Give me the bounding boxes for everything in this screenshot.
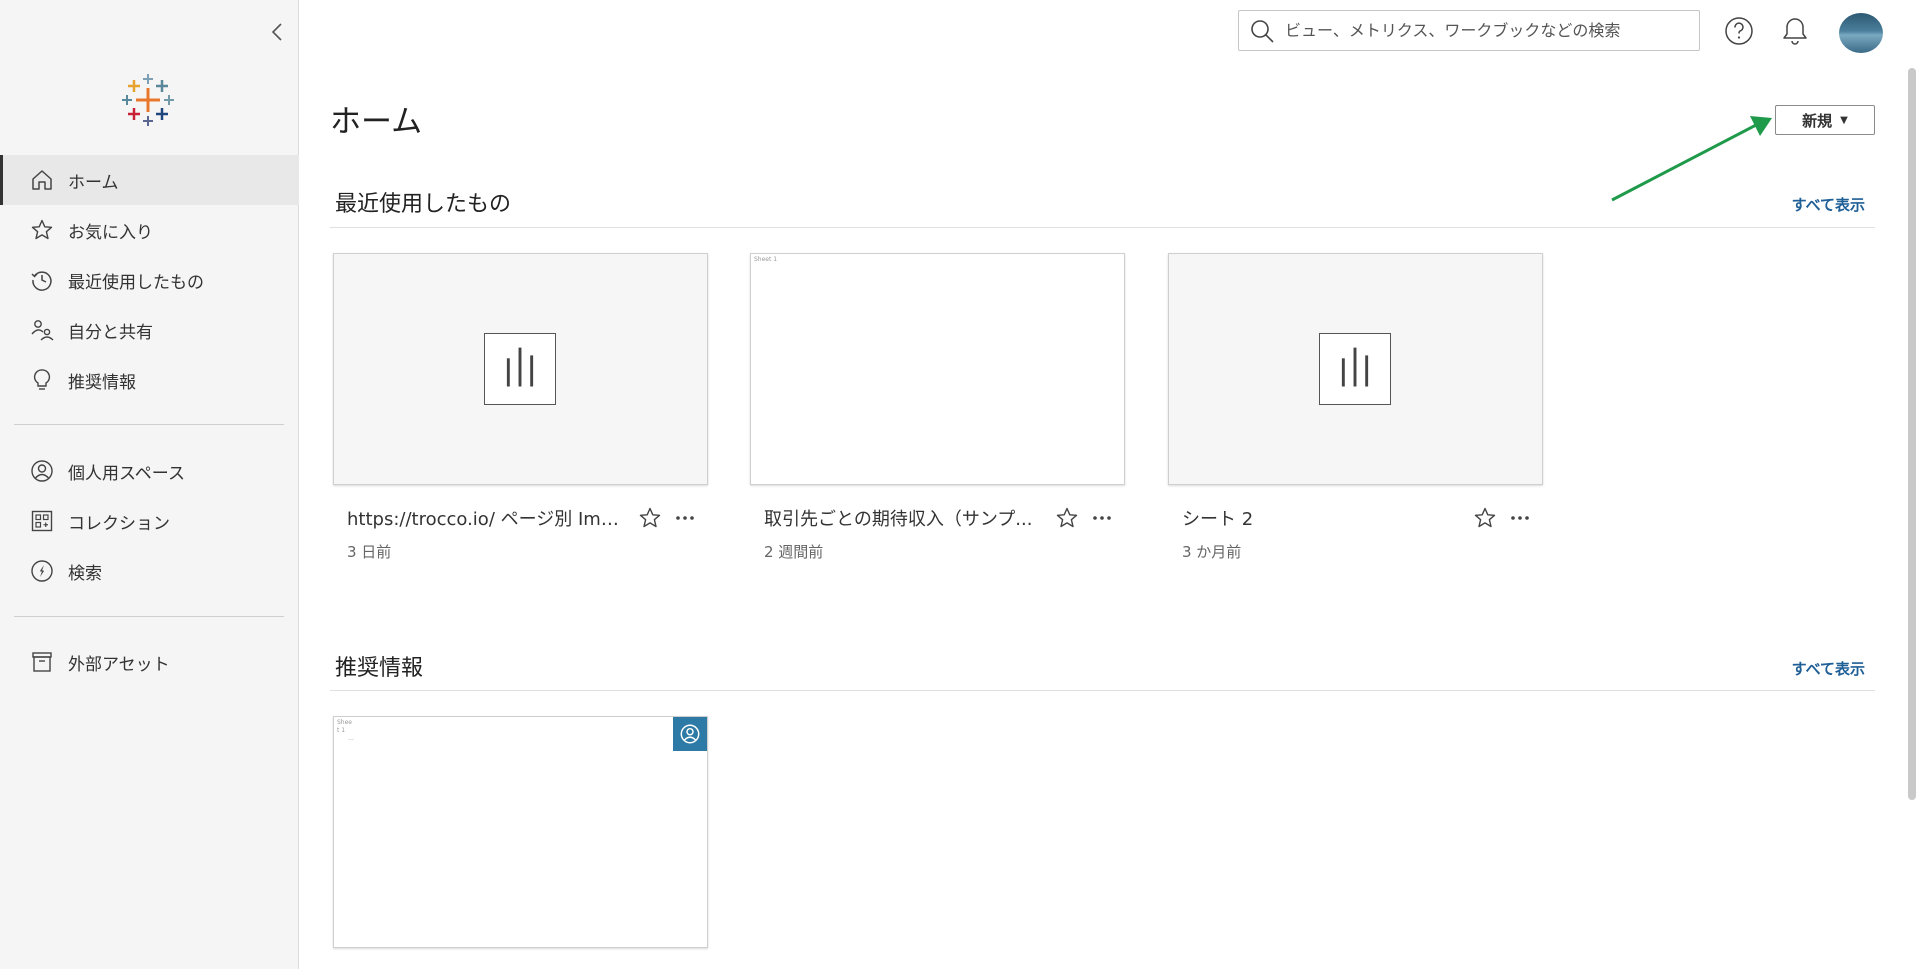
show-all-recents-link[interactable]: すべて表示 <box>1792 194 1865 215</box>
card-thumbnail[interactable]: Sheet 1 <box>750 253 1125 485</box>
lightbulb-icon <box>33 369 51 390</box>
recent-card: Sheet 1 取引先ごとの期待収入（サンプ... 2 週間前 <box>750 253 1125 561</box>
sidebar-item-personal-space[interactable]: 個人用スペース <box>0 446 299 496</box>
search-input[interactable] <box>1285 21 1685 40</box>
sidebar-item-label: 検索 <box>68 563 102 584</box>
sidebar-item-label: コレクション <box>68 513 170 534</box>
search-icon <box>1251 19 1274 43</box>
card-thumbnail[interactable] <box>333 253 708 485</box>
bar-chart-icon <box>1319 333 1391 405</box>
sidebar-item-recommendations[interactable]: 推奨情報 <box>0 355 299 405</box>
show-all-recommendations-link[interactable]: すべて表示 <box>1792 658 1865 679</box>
bell-icon[interactable] <box>1780 16 1810 46</box>
section-title-recommendations: 推奨情報 <box>335 656 424 681</box>
tertiary-nav: 外部アセット <box>0 637 299 687</box>
star-icon <box>31 219 53 240</box>
tableau-logo <box>122 74 174 126</box>
thumbnail-sheet-label: t 1 <box>337 727 346 734</box>
bar-chart-icon <box>484 333 556 405</box>
card-timestamp: 3 日前 <box>347 543 392 561</box>
home-icon <box>32 170 52 190</box>
section-divider <box>330 227 1875 228</box>
sidebar-item-shared-with-me[interactable]: 自分と共有 <box>0 305 299 355</box>
search-box <box>1238 10 1700 51</box>
sidebar-item-external-assets[interactable]: 外部アセット <box>0 637 299 687</box>
sidebar-divider <box>14 616 284 617</box>
more-actions-icon[interactable] <box>1508 506 1532 530</box>
card-title[interactable]: 取引先ごとの期待収入（サンプ... <box>764 505 1044 531</box>
card-timestamp: 3 か月前 <box>1182 543 1242 561</box>
favorite-star-icon[interactable] <box>638 506 662 530</box>
secondary-nav: 個人用スペース コレクション 検索 <box>0 446 299 596</box>
favorite-star-icon[interactable] <box>1055 506 1079 530</box>
section-title-recents: 最近使用したもの <box>335 192 512 217</box>
recent-card: https://trocco.io/ ページ別 Imp... 3 日前 <box>333 253 708 561</box>
thumbnail-sheet-label: ··· <box>348 737 354 744</box>
archive-box-icon <box>32 652 52 672</box>
sidebar-item-label: 個人用スペース <box>68 463 185 484</box>
thumbnail-sheet-label: Sheet 1 <box>754 256 778 263</box>
sidebar-item-home[interactable]: ホーム <box>0 155 299 205</box>
more-actions-icon[interactable] <box>1090 506 1114 530</box>
recommended-badge <box>673 717 707 751</box>
sidebar-item-label: 外部アセット <box>68 654 170 675</box>
user-circle-icon <box>31 460 53 482</box>
sidebar-item-label: 最近使用したもの <box>68 272 204 293</box>
new-button[interactable]: 新規 ▼ <box>1775 105 1875 135</box>
recent-card: シート 2 3 か月前 <box>1168 253 1543 561</box>
more-actions-icon[interactable] <box>673 506 697 530</box>
page-title: ホーム <box>330 104 423 140</box>
sidebar-item-explore[interactable]: 検索 <box>0 546 299 596</box>
section-divider <box>330 690 1875 691</box>
avatar[interactable] <box>1839 13 1883 53</box>
primary-nav: ホーム お気に入り 最近使用したもの 自分と共有 推奨情報 <box>0 155 299 405</box>
sidebar-item-recents[interactable]: 最近使用したもの <box>0 255 299 305</box>
shared-users-icon <box>31 320 54 341</box>
card-timestamp: 2 週間前 <box>764 543 824 561</box>
thumbnail-sheet-label: Shee <box>337 719 352 726</box>
collection-icon <box>31 510 53 532</box>
card-title[interactable]: https://trocco.io/ ページ別 Imp... <box>347 505 627 531</box>
new-button-label: 新規 <box>1802 111 1833 130</box>
favorite-star-icon[interactable] <box>1473 506 1497 530</box>
sidebar: ホーム お気に入り 最近使用したもの 自分と共有 推奨情報 個人用スペース コレ… <box>0 0 299 969</box>
sidebar-item-label: ホーム <box>68 172 119 193</box>
sidebar-item-label: 自分と共有 <box>68 322 153 343</box>
card-title[interactable]: シート 2 <box>1182 505 1462 531</box>
sidebar-item-favorites[interactable]: お気に入り <box>0 205 299 255</box>
chevron-left-icon[interactable] <box>268 22 288 42</box>
sidebar-item-label: 推奨情報 <box>68 372 136 393</box>
user-circle-icon <box>680 724 700 744</box>
sidebar-divider <box>14 424 284 425</box>
scrollbar[interactable] <box>1908 68 1916 800</box>
recommended-card: Shee t 1 ··· <box>333 716 708 948</box>
compass-icon <box>31 560 53 582</box>
clock-icon <box>31 271 52 291</box>
sidebar-item-label: お気に入り <box>68 222 153 243</box>
help-icon[interactable] <box>1724 16 1754 46</box>
card-thumbnail[interactable]: Shee t 1 ··· <box>333 716 708 948</box>
sidebar-item-collections[interactable]: コレクション <box>0 496 299 546</box>
annotation-arrow <box>1611 116 1772 202</box>
card-thumbnail[interactable] <box>1168 253 1543 485</box>
caret-down-icon: ▼ <box>1840 114 1848 126</box>
